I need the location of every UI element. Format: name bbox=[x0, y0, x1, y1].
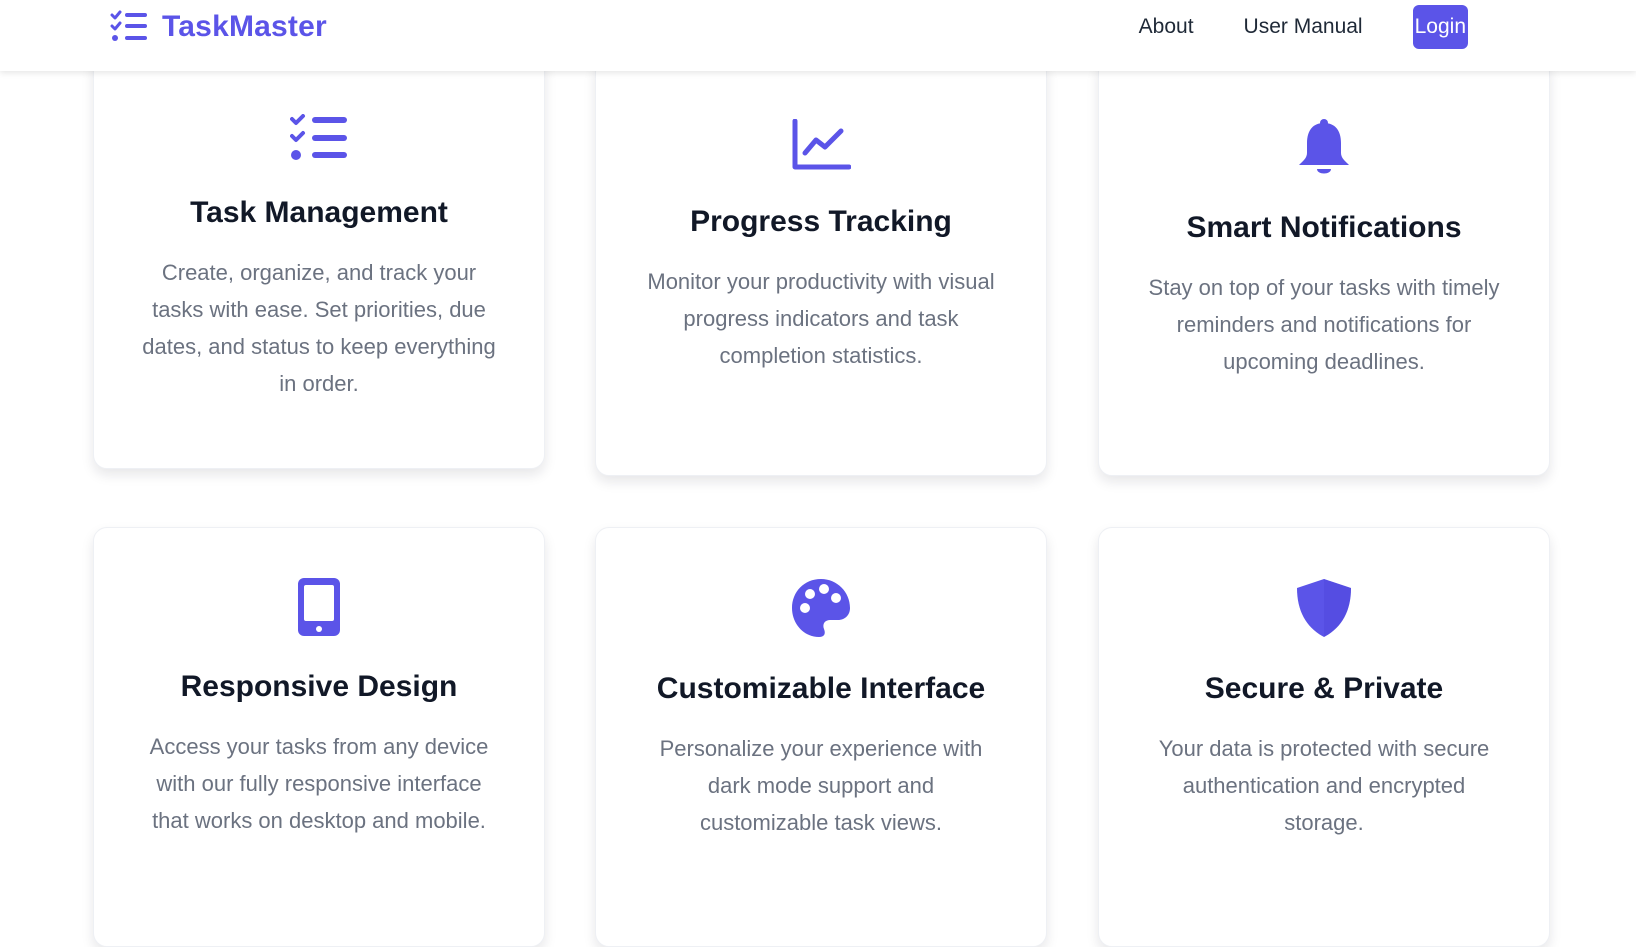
brand-logo[interactable]: TaskMaster bbox=[110, 10, 327, 44]
feature-title: Progress Tracking bbox=[690, 205, 952, 238]
feature-card-customizable-interface: Customizable Interface Personalize your … bbox=[595, 527, 1047, 947]
feature-title: Responsive Design bbox=[180, 670, 458, 703]
shield-icon bbox=[1297, 579, 1351, 637]
feature-title: Smart Notifications bbox=[1186, 211, 1462, 244]
task-list-icon bbox=[290, 114, 347, 160]
feature-card-responsive-design: Responsive Design Access your tasks from… bbox=[93, 527, 545, 947]
bell-icon bbox=[1299, 119, 1349, 174]
chart-line-icon bbox=[792, 119, 851, 170]
feature-card-smart-notifications: Smart Notifications Stay on top of your … bbox=[1098, 58, 1550, 476]
feature-title: Customizable Interface bbox=[656, 672, 986, 705]
nav-link-about[interactable]: About bbox=[1139, 5, 1194, 49]
login-button[interactable]: Login bbox=[1412, 5, 1468, 49]
feature-title: Task Management bbox=[190, 196, 448, 229]
feature-description: Personalize your experience with dark mo… bbox=[659, 736, 983, 835]
mobile-phone-icon bbox=[298, 578, 340, 636]
feature-card-secure-private: Secure & Private Your data is protected … bbox=[1098, 527, 1550, 947]
main-nav: About User Manual Login bbox=[1139, 5, 1468, 49]
feature-description: Monitor your productivity with visual pr… bbox=[647, 269, 995, 368]
feature-description: Stay on top of your tasks with timely re… bbox=[1148, 275, 1500, 374]
feature-card-task-management: Task Management Create, organize, and tr… bbox=[93, 52, 545, 469]
feature-card-progress-tracking: Progress Tracking Monitor your productiv… bbox=[595, 58, 1047, 476]
feature-title: Secure & Private bbox=[1204, 672, 1444, 705]
feature-description: Your data is protected with secure authe… bbox=[1158, 736, 1490, 835]
task-list-icon bbox=[110, 10, 147, 41]
top-navbar: TaskMaster About User Manual Login bbox=[0, 0, 1636, 71]
nav-link-user-manual[interactable]: User Manual bbox=[1244, 5, 1363, 49]
palette-icon bbox=[792, 579, 850, 637]
feature-description: Access your tasks from any device with o… bbox=[149, 734, 489, 833]
feature-description: Create, organize, and track your tasks w… bbox=[142, 260, 496, 396]
brand-name: TaskMaster bbox=[162, 10, 327, 43]
